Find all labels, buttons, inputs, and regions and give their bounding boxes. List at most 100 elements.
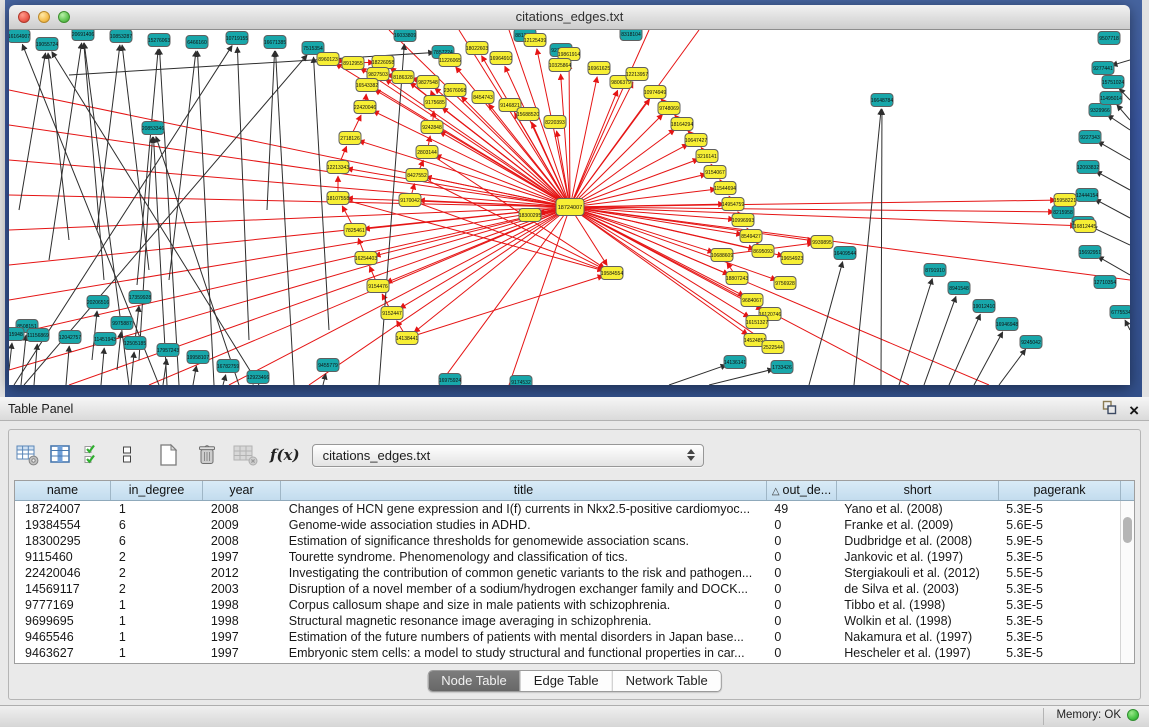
graph-node-yellow[interactable]: 10647427 (685, 134, 707, 147)
graph-node-yellow[interactable]: 16964910 (490, 52, 512, 65)
graph-node-teal[interactable]: 6775534 (1110, 306, 1130, 319)
graph-node-yellow[interactable]: 10325864 (549, 59, 571, 72)
graph-node-teal[interactable]: 9507718 (1098, 32, 1120, 45)
graph-node-yellow[interactable]: 9242848 (421, 121, 443, 134)
graph-node-yellow[interactable]: 8549427 (740, 230, 762, 243)
graph-node-yellow[interactable]: 9756928 (774, 277, 796, 290)
graph-node-teal[interactable]: 16975924 (439, 374, 461, 386)
column-header-out-de-[interactable]: △out_de... (767, 481, 837, 500)
graph-node-teal[interactable]: 12923466 (247, 371, 269, 384)
graph-node-teal[interactable]: 16782759 (217, 360, 239, 373)
graph-node-teal[interactable]: 9277441 (1092, 62, 1114, 75)
network-window-titlebar[interactable]: citations_edges.txt (9, 5, 1130, 30)
graph-node-yellow[interactable]: 14138441 (396, 332, 418, 345)
graph-node-teal[interactable]: 12042757 (59, 331, 81, 344)
graph-node-yellow[interactable]: 9748069 (658, 102, 680, 115)
scrollbar-thumb[interactable] (1123, 517, 1132, 543)
graph-node-teal[interactable]: 20691406 (72, 30, 94, 41)
graph-node-yellow[interactable]: 7825461 (344, 224, 366, 237)
graph-node-yellow[interactable]: 9827548 (417, 76, 439, 89)
graph-node-teal[interactable]: 17957243 (157, 344, 179, 357)
graph-node-yellow[interactable]: 15958221 (1054, 194, 1076, 207)
table-row[interactable]: 977716911998Corpus callosum shape and si… (15, 597, 1120, 613)
table-row[interactable]: 1938455462009Genome-wide association stu… (15, 517, 1120, 533)
graph-node-yellow[interactable]: 16961625 (588, 62, 610, 75)
graph-node-teal[interactable]: 17359928 (129, 291, 151, 304)
table-vertical-scrollbar[interactable] (1120, 501, 1134, 663)
select-rows-icon[interactable] (81, 442, 107, 468)
graph-node-teal[interactable]: 16946948 (996, 318, 1018, 331)
column-header-pagerank[interactable]: pagerank (999, 481, 1121, 500)
graph-node-yellow[interactable]: 23676068 (444, 84, 466, 97)
graph-node-teal[interactable]: 8215958 (1052, 206, 1074, 219)
table-row[interactable]: 1830029562008Estimation of significance … (15, 533, 1120, 549)
graph-node-teal[interactable]: 8941548 (948, 282, 970, 295)
graph-node-yellow[interactable]: 18226058 (372, 56, 394, 69)
tab-node-table[interactable]: Node Table (428, 671, 520, 691)
graph-node-teal[interactable]: 16033809 (394, 30, 416, 42)
close-icon[interactable]: × (1129, 402, 1139, 419)
graph-node-yellow[interactable]: 22420046 (354, 101, 376, 114)
graph-node-yellow[interactable]: 3216141 (696, 150, 718, 163)
graph-node-teal[interactable]: 16671385 (264, 36, 286, 49)
table-row[interactable]: 946554611997Estimation of the future num… (15, 629, 1120, 645)
graph-node-yellow[interactable]: 12213957 (626, 68, 648, 81)
row-height-icon[interactable] (114, 442, 140, 468)
graph-node-yellow[interactable]: 8960123 (317, 53, 339, 66)
graph-node-yellow[interactable]: 16151327 (746, 316, 768, 329)
graph-node-yellow[interactable]: 9152447 (381, 307, 403, 320)
graph-node-teal[interactable]: 8791910 (924, 264, 946, 277)
column-header-in-degree[interactable]: in_degree (111, 481, 203, 500)
table-row[interactable]: 911546021997Tourette syndrome. Phenomeno… (15, 549, 1120, 565)
show-columns-icon[interactable] (48, 442, 74, 468)
graph-node-teal[interactable]: 20206516 (87, 296, 109, 309)
graph-node-yellow[interactable]: 8695093 (752, 245, 774, 258)
graph-node-teal[interactable]: 1733426 (771, 361, 793, 374)
graph-node-yellow[interactable]: 9154067 (704, 166, 726, 179)
graph-node-teal[interactable]: 9329966 (1089, 104, 1111, 117)
function-builder-icon[interactable]: f(x) (270, 446, 300, 464)
graph-node-teal[interactable]: 9174532 (510, 376, 532, 386)
graph-node-yellow[interactable]: 9175685 (424, 96, 446, 109)
graph-node-yellow[interactable]: 10996993 (732, 214, 754, 227)
new-column-icon[interactable] (155, 442, 181, 468)
graph-node-teal[interactable]: 12505185 (124, 337, 146, 350)
graph-node-yellow[interactable]: 18164294 (671, 118, 693, 131)
tab-network-table[interactable]: Network Table (612, 671, 721, 691)
graph-node-yellow[interactable]: 8454743 (472, 91, 494, 104)
graph-node-teal[interactable]: 19012410 (973, 300, 995, 313)
graph-node-yellow[interactable]: 2803144 (416, 146, 438, 159)
graph-node-teal[interactable]: 8318104 (620, 30, 642, 41)
graph-node-teal[interactable]: 12710354 (1094, 276, 1116, 289)
graph-node-yellow[interactable]: 16254403 (355, 252, 377, 265)
graph-node-hub[interactable]: 18724007 (556, 199, 584, 216)
graph-node-yellow[interactable]: 19654923 (781, 252, 803, 265)
graph-node-teal[interactable]: 12093832 (1077, 161, 1099, 174)
graph-node-yellow[interactable]: 12125439 (524, 34, 546, 47)
graph-node-yellow[interactable]: 18107558 (327, 192, 349, 205)
table-selector-dropdown[interactable]: citations_edges.txt (312, 444, 704, 467)
graph-node-yellow[interactable]: 9939895 (811, 236, 833, 249)
graph-node-yellow[interactable]: 18022603 (466, 42, 488, 55)
graph-node-teal[interactable]: 11451943 (94, 333, 116, 346)
float-panel-icon[interactable] (1102, 400, 1117, 420)
graph-node-teal[interactable]: 15276063 (148, 34, 170, 47)
graph-node-teal[interactable]: 19958107 (187, 351, 209, 364)
graph-node-teal[interactable]: 19055724 (36, 38, 58, 51)
graph-node-teal[interactable]: 9455779 (317, 359, 339, 372)
graph-node-yellow[interactable]: 9684067 (741, 294, 763, 307)
graph-node-teal[interactable]: 3915948 (9, 328, 24, 341)
graph-node-teal[interactable]: 16648784 (871, 94, 893, 107)
graph-node-teal[interactable]: 12444154 (1076, 189, 1098, 202)
table-row[interactable]: 1872400712008Changes of HCN gene express… (15, 501, 1120, 517)
graph-node-teal[interactable]: 15751024 (1102, 76, 1124, 89)
graph-node-teal[interactable]: 11495014 (1100, 92, 1122, 105)
graph-node-teal[interactable]: 6466160 (186, 36, 208, 49)
graph-node-teal[interactable]: 9245042 (1020, 336, 1042, 349)
column-header-short[interactable]: short (837, 481, 999, 500)
delete-column-icon[interactable] (194, 442, 220, 468)
table-row[interactable]: 1456911722003Disruption of a novel membe… (15, 581, 1120, 597)
tab-edge-table[interactable]: Edge Table (520, 671, 612, 691)
graph-node-yellow[interactable]: 10688609 (711, 249, 733, 262)
graph-node-yellow[interactable]: 12213343 (327, 161, 349, 174)
